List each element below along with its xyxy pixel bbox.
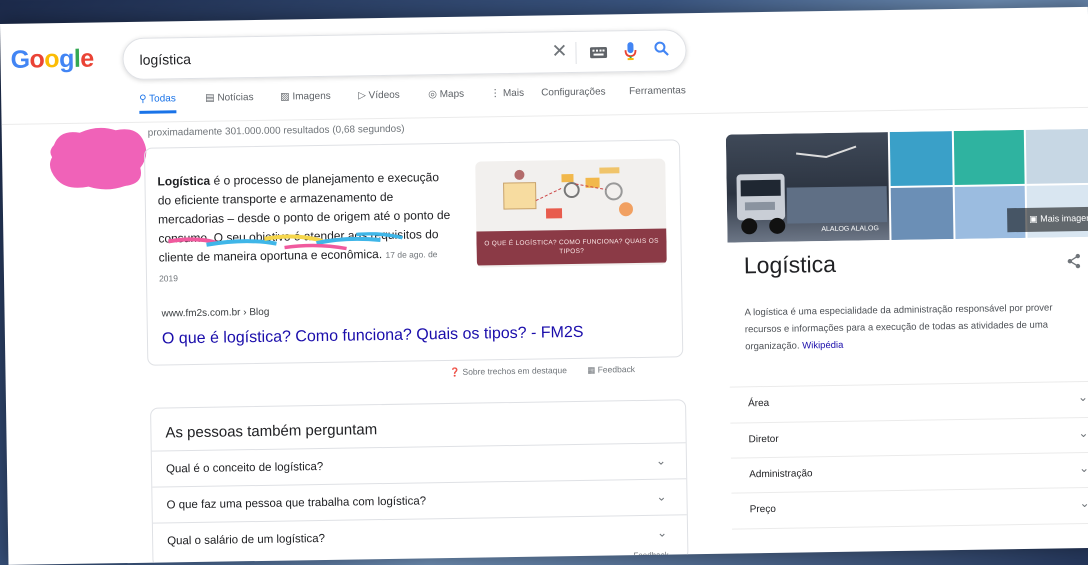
thumbnail-caption: O QUE É LOGÍSTICA? COMO FUNCIONA? QUAIS … bbox=[476, 228, 667, 266]
paa-question: O que faz uma pessoa que trabalha com lo… bbox=[166, 495, 427, 512]
tab-imagens[interactable]: ▨ Imagens bbox=[280, 91, 331, 103]
paa-title: As pessoas também perguntam bbox=[165, 421, 378, 442]
paa-question-item[interactable]: Qual o salário de um logística? ⌄ bbox=[152, 514, 688, 559]
image-icon: ▨ bbox=[280, 91, 293, 103]
clear-icon[interactable]: ✕ bbox=[551, 41, 567, 62]
keyboard-icon[interactable] bbox=[589, 43, 608, 63]
result-stats: proximadamente 301.000.000 resultados (0… bbox=[147, 123, 405, 139]
knowledge-panel-description: A logística é uma especialidade da admin… bbox=[744, 302, 1053, 353]
plane-image[interactable] bbox=[890, 187, 954, 241]
more-images-button[interactable]: ▣ Mais imagens bbox=[1007, 206, 1088, 233]
result-cite[interactable]: www.fm2s.com.br › Blog bbox=[161, 307, 269, 320]
see-more-link[interactable]: Ver mais 10+ bbox=[1036, 553, 1088, 564]
logistics-image[interactable] bbox=[1025, 128, 1088, 184]
news-icon: ▤ bbox=[205, 92, 218, 104]
kp-row-administracao[interactable]: Administração ⌄ bbox=[730, 451, 1088, 493]
paa-question: Qual é o conceito de logística? bbox=[165, 460, 324, 476]
tab-videos[interactable]: ▷ Vídeos bbox=[358, 90, 400, 102]
map-image[interactable] bbox=[889, 131, 953, 187]
help-icon[interactable]: ❓ bbox=[449, 367, 460, 377]
tab-mais[interactable]: ⋮ Mais bbox=[490, 88, 524, 100]
share-icon[interactable] bbox=[1066, 253, 1082, 274]
wikipedia-link[interactable]: Wikipédia bbox=[802, 340, 843, 352]
chevron-down-icon[interactable]: ⌄ bbox=[1079, 496, 1088, 510]
chevron-down-icon[interactable]: ⌄ bbox=[1078, 426, 1088, 440]
kp-row-area[interactable]: Área ⌄ bbox=[729, 380, 1088, 422]
svg-text:ALALOG ALALOG: ALALOG ALALOG bbox=[821, 225, 879, 233]
logistics-illustration bbox=[503, 167, 633, 219]
kp-row-preco[interactable]: Preço ⌄ bbox=[731, 486, 1088, 528]
image-icon: ▣ bbox=[1029, 213, 1041, 224]
chevron-down-icon[interactable]: ⌄ bbox=[1078, 390, 1088, 404]
knowledge-panel-images[interactable]: ALALOG ALALOG ▣ Mais imagens bbox=[725, 128, 1088, 243]
people-also-ask: As pessoas também perguntam Qual é o con… bbox=[150, 399, 689, 565]
knowledge-panel-title: Logística bbox=[743, 250, 837, 279]
chevron-down-icon[interactable]: ⌄ bbox=[656, 490, 666, 504]
microphone-icon[interactable] bbox=[623, 41, 637, 66]
search-icon: ⚲ bbox=[139, 93, 150, 105]
result-title-link[interactable]: O que é logística? Como funciona? Quais … bbox=[162, 324, 584, 349]
feedback-link[interactable]: Feedback bbox=[598, 364, 635, 375]
paa-question: Qual o salário de um logística? bbox=[167, 532, 326, 548]
feedback-icon[interactable]: ▦ bbox=[587, 365, 595, 375]
map-pin-icon: ◎ bbox=[428, 89, 440, 101]
search-box[interactable]: logística ✕ bbox=[122, 29, 687, 81]
chevron-down-icon[interactable]: ⌄ bbox=[657, 526, 667, 540]
tab-todas[interactable]: ⚲ Todas bbox=[139, 93, 177, 114]
search-results-page: Google logística ✕ ⚲ Todas ▤ Notícias ▨ … bbox=[0, 6, 1088, 565]
knowledge-panel: ALALOG ALALOG ▣ Mais imagens Logística A… bbox=[725, 128, 1088, 565]
tab-maps[interactable]: ◎ Maps bbox=[428, 89, 464, 101]
tab-noticias[interactable]: ▤ Notícias bbox=[205, 92, 254, 104]
truck-image[interactable]: ALALOG ALALOG bbox=[725, 132, 890, 243]
chevron-down-icon[interactable]: ⌄ bbox=[1079, 461, 1088, 475]
highlight-scribble bbox=[168, 232, 403, 251]
search-icon[interactable] bbox=[653, 40, 669, 61]
about-snippets-link[interactable]: Sobre trechos em destaque bbox=[462, 365, 567, 377]
snippet-feedback-row: ❓ Sobre trechos em destaque ▦ Feedback bbox=[449, 364, 635, 378]
featured-snippet: Logística é o processo de planejamento e… bbox=[143, 139, 684, 366]
search-input[interactable]: logística bbox=[139, 51, 191, 68]
shipping-image[interactable] bbox=[953, 129, 1025, 186]
chevron-down-icon[interactable]: ⌄ bbox=[656, 454, 666, 468]
paa-feedback-link[interactable]: Feedback bbox=[633, 551, 668, 561]
redaction-scribble bbox=[49, 127, 147, 190]
kp-row-diretor[interactable]: Diretor ⌄ bbox=[730, 416, 1088, 458]
tab-ferramentas[interactable]: Ferramentas bbox=[629, 85, 686, 97]
snippet-thumbnail[interactable]: O QUE É LOGÍSTICA? COMO FUNCIONA? QUAIS … bbox=[475, 158, 667, 268]
truck-illustration: ALALOG ALALOG bbox=[736, 145, 888, 235]
more-vertical-icon: ⋮ bbox=[490, 88, 504, 100]
snippet-text: Logística é o processo de planejamento e… bbox=[157, 170, 451, 284]
related-searches-title: Itens também pesquisados bbox=[750, 551, 918, 565]
divider bbox=[575, 41, 577, 64]
google-logo[interactable]: Google bbox=[10, 45, 94, 75]
tab-configuracoes[interactable]: Configurações bbox=[541, 86, 606, 98]
